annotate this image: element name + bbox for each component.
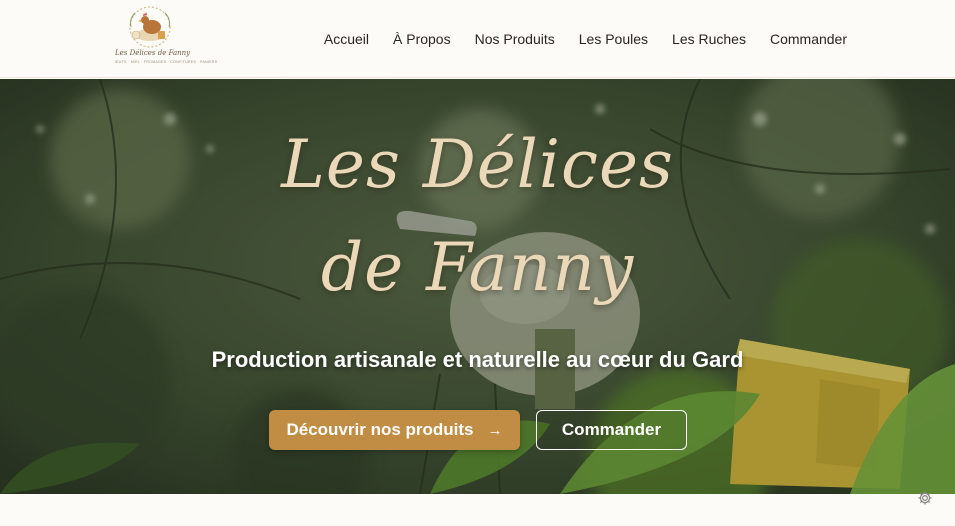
arrow-right-icon: →: [487, 421, 503, 439]
hero-title-line2: de Fanny: [320, 229, 635, 306]
nav-les-ruches[interactable]: Les Ruches: [672, 30, 746, 48]
site-header: Les Délices de Fanny ŒUFS · MIEL · FROMA…: [0, 0, 955, 78]
order-button-label: Commander: [561, 420, 662, 439]
logo-tagline: ŒUFS · MIEL · FROMAGES · CONFITURES · PA…: [115, 60, 218, 64]
hero-subtitle: Production artisanale et naturelle au cœ…: [211, 347, 744, 372]
nav-accueil[interactable]: Accueil: [324, 30, 369, 48]
site-logo[interactable]: Les Délices de Fanny ŒUFS · MIEL · FROMA…: [115, 5, 218, 67]
hen-logo-icon: [129, 6, 171, 48]
nav-les-poules[interactable]: Les Poules: [579, 30, 648, 48]
nav-commander[interactable]: Commander: [770, 30, 847, 48]
gear-icon[interactable]: [917, 490, 933, 506]
logo-brand-text: Les Délices de Fanny: [115, 49, 191, 57]
nav-a-propos[interactable]: À Propos: [393, 30, 451, 48]
nav-nos-produits[interactable]: Nos Produits: [475, 30, 555, 48]
discover-products-label: Découvrir nos produits: [286, 420, 474, 439]
page-content-start: [0, 494, 955, 526]
order-button[interactable]: Commander: [536, 410, 687, 450]
discover-products-button[interactable]: Découvrir nos produits →: [269, 410, 520, 450]
hero-title-line1: Les Délices: [281, 126, 674, 203]
hero-section: Les Délices de Fanny Production artisana…: [0, 79, 955, 494]
main-nav: Accueil À Propos Nos Produits Les Poules…: [324, 30, 847, 48]
